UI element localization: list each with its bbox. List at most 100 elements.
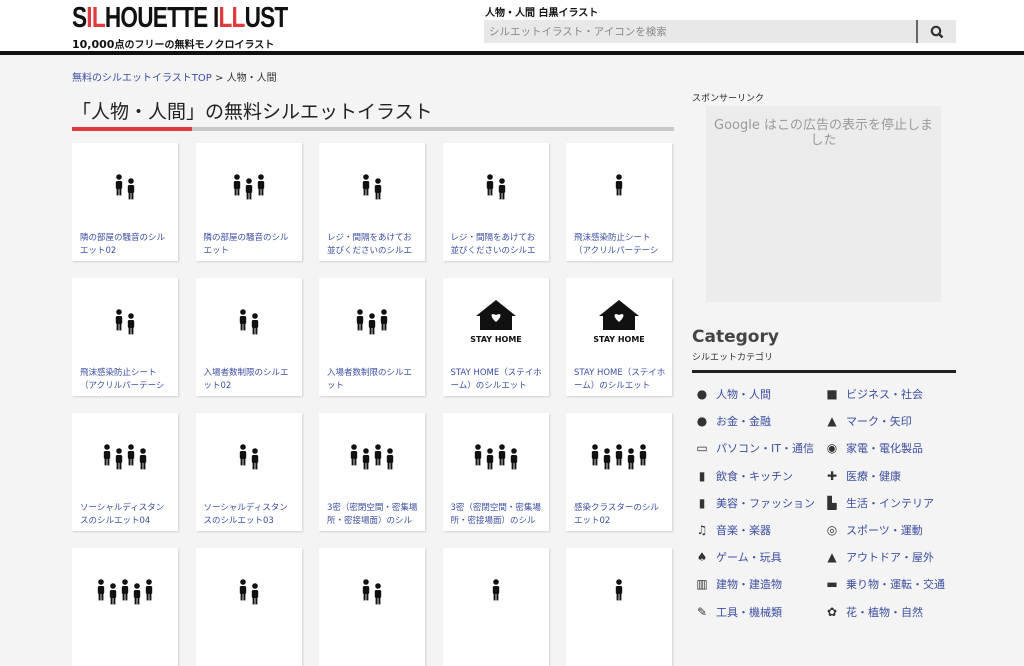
silhouette-illustration: STAY HOME: [470, 300, 521, 344]
illustration-card[interactable]: 入場者数制限のシルエット02: [195, 278, 302, 396]
illustration-caption: 隣の部屋の騒音のシルエット02: [80, 233, 166, 256]
illustration-caption: 入場者数制限のシルエット02: [203, 368, 289, 391]
category-item[interactable]: ▮ 飲食・キッチン: [695, 468, 793, 484]
category-item[interactable]: ✚ 医療・健康: [825, 468, 901, 484]
illustration-caption: 3密（密閉空間・密集場所・密接場面）のシルエット: [327, 503, 418, 526]
illustration-caption: STAY HOME（ステイホーム）のシルエット: [574, 368, 666, 391]
illustration-caption: ソーシャルディスタンスのシルエット03: [203, 503, 288, 526]
illustration-card[interactable]: 飛沫感染防止シート（アクリルパーテーション）: [566, 143, 672, 261]
illustration-caption: 3密（密閉空間・密集場所・密接場面）のシルエット: [450, 503, 541, 526]
search-button[interactable]: [916, 20, 956, 43]
silhouette-illustration: STAY HOME: [593, 300, 645, 344]
title-underline: [72, 127, 674, 131]
category-label: 乗り物・運転・交通: [846, 578, 945, 592]
silhouette-illustration: [362, 174, 382, 200]
silhouette-illustration: [239, 444, 258, 470]
illustration-card[interactable]: 隣の部屋の騒音のシルエット: [195, 143, 302, 261]
category-item[interactable]: ◎ スポーツ・運動: [825, 522, 923, 538]
illustration-card[interactable]: 感染クラスターのシルエット02: [566, 413, 672, 531]
illustration-caption: レジ・間隔をあけてお並びくださいのシルエット: [327, 233, 413, 256]
category-item[interactable]: ▲ マーク・矢印: [825, 413, 912, 429]
search-input[interactable]: [484, 20, 904, 44]
illustration-card[interactable]: 隣の部屋の騒音のシルエット02: [72, 143, 178, 261]
baseball-icon: ◎: [826, 523, 838, 537]
category-item[interactable]: ■ ビジネス・社会: [825, 386, 923, 402]
stay-home-art-text: STAY HOME: [593, 335, 645, 344]
site-logo[interactable]: SILHOUETTE ILLUST: [72, 2, 288, 35]
category-title: Category: [692, 327, 779, 347]
illustration-caption: [451, 637, 543, 663]
illustration-card[interactable]: ソーシャルディスタンスのシルエット03: [195, 413, 302, 531]
illustration-card[interactable]: 3密（密閉空間・密集場所・密接場面）のシルエット: [442, 413, 549, 531]
category-subtitle: シルエットカテゴリ: [692, 353, 774, 363]
breadcrumb-home-link[interactable]: 無料のシルエットイラストTOP: [72, 73, 212, 84]
category-label: ゲーム・玩具: [716, 551, 782, 565]
illustration-card[interactable]: [72, 548, 178, 666]
category-label: 花・植物・自然: [846, 605, 923, 619]
bottle-icon: ▮: [698, 495, 706, 510]
wrench-icon: ✎: [696, 604, 708, 619]
illustration-card[interactable]: [195, 548, 302, 666]
category-item[interactable]: ● お金・金融: [695, 413, 771, 429]
category-item[interactable]: ▙ 生活・インテリア: [825, 495, 934, 511]
category-item[interactable]: ● 人物・人間: [695, 386, 771, 402]
flower-icon: ✿: [826, 604, 838, 619]
illustration-card[interactable]: [442, 548, 549, 666]
illustration-card[interactable]: レジ・間隔をあけてお並びくださいのシルエット: [442, 143, 549, 261]
category-item[interactable]: ✿ 花・植物・自然: [825, 604, 923, 620]
sofa-icon: ▙: [827, 495, 837, 510]
category-item[interactable]: ▮ 美容・ファッション: [695, 495, 815, 511]
category-label: 生活・インテリア: [846, 496, 934, 510]
silhouette-illustration: [486, 174, 505, 200]
illustration-caption: 隣の部屋の騒音のシルエット: [203, 233, 289, 256]
silhouette-illustration: [115, 309, 135, 335]
search-box: [484, 20, 956, 44]
category-item[interactable]: ▭ パソコン・IT・通信: [695, 440, 814, 456]
category-label: 工具・機械類: [716, 605, 782, 619]
silhouette-illustration: [350, 444, 394, 470]
illustration-card[interactable]: レジ・間隔をあけてお並びくださいのシルエット: [319, 143, 425, 261]
category-item[interactable]: ▬ 乗り物・運転・交通: [825, 576, 945, 592]
category-item[interactable]: ▲ アウトドア・屋外: [825, 549, 934, 565]
medical-kit-icon: ✚: [826, 468, 838, 483]
category-item[interactable]: ◉ 家電・電化製品: [825, 440, 923, 456]
category-label: マーク・矢印: [846, 415, 912, 429]
breadcrumb-current: 人物・人間: [226, 73, 277, 84]
illustration-caption: [80, 637, 172, 663]
category-item[interactable]: ✎ 工具・機械類: [695, 604, 782, 620]
illustration-caption: ソーシャルディスタンスのシルエット04: [80, 503, 165, 526]
sponsor-label: スポンサーリンク: [692, 94, 765, 104]
money-bag-icon: ●: [696, 414, 708, 429]
category-item[interactable]: ▥ 建物・建造物: [695, 576, 782, 592]
silhouette-illustration: [474, 444, 517, 470]
illustration-caption: 飛沫感染防止シート（アクリルパーテーション）: [574, 233, 659, 256]
breadcrumb: 無料のシルエットイラストTOP > 人物・人間: [72, 73, 277, 84]
category-label: 飲食・キッチン: [716, 469, 793, 483]
spade-icon: ♠: [696, 550, 708, 565]
illustration-caption: [327, 637, 419, 663]
silhouette-illustration: [115, 174, 135, 200]
site-tagline: 10,000点のフリーの無料モノクロイラスト: [72, 38, 275, 51]
illustration-card[interactable]: 3密（密閉空間・密集場所・密接場面）のシルエット: [319, 413, 425, 531]
category-item[interactable]: ♫ 音楽・楽器: [695, 522, 771, 538]
illustration-card[interactable]: [319, 548, 425, 666]
illustration-card[interactable]: ソーシャルディスタンスのシルエット04: [72, 413, 178, 531]
illustration-card[interactable]: STAY HOME STAY HOME（ステイホーム）のシルエット: [442, 278, 549, 396]
illustration-caption: 入場者数制限のシルエット: [327, 368, 413, 391]
illustration-card[interactable]: [566, 548, 672, 666]
silhouette-illustration: [362, 579, 382, 605]
arrow-icon: ▲: [827, 414, 837, 429]
category-label: ビジネス・社会: [846, 388, 923, 401]
camera-icon: ◉: [826, 441, 838, 456]
illustration-card[interactable]: STAY HOME STAY HOME（ステイホーム）のシルエット: [566, 278, 672, 396]
category-label: 人物・人間: [716, 388, 771, 401]
illustration-card[interactable]: 入場者数制限のシルエット: [319, 278, 425, 396]
category-label: アウトドア・屋外: [846, 551, 934, 565]
cup-icon: ▮: [698, 468, 706, 483]
category-item[interactable]: ♠ ゲーム・玩具: [695, 549, 782, 565]
car-icon: ▬: [826, 577, 838, 592]
category-label: 医療・健康: [846, 469, 901, 483]
illustration-caption: STAY HOME（ステイホーム）のシルエット: [450, 368, 542, 391]
silhouette-illustration: [591, 444, 647, 470]
illustration-card[interactable]: 飛沫感染防止シート（アクリルパーテーション）: [72, 278, 178, 396]
